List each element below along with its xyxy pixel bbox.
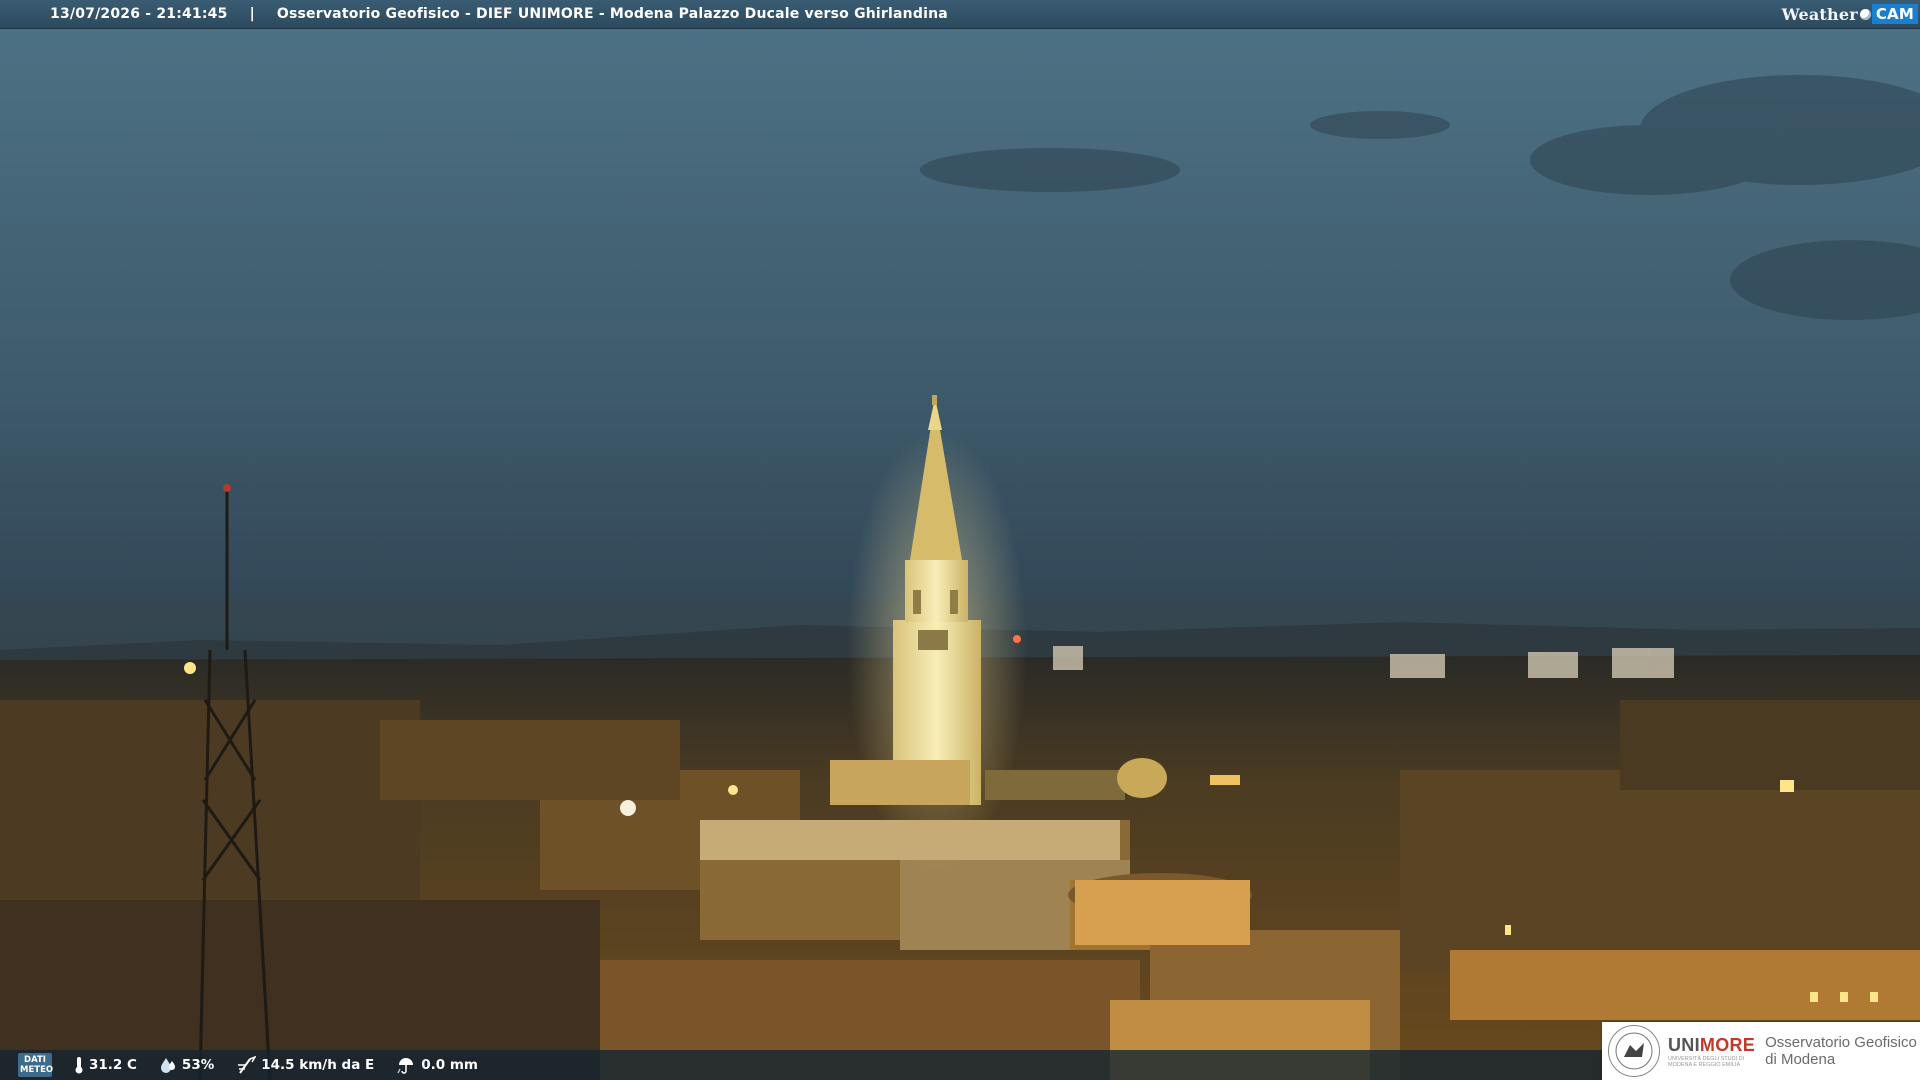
brand-cam-text: CAM (1871, 4, 1918, 24)
timestamp: 13/07/2026 - 21:41:45 (50, 6, 228, 22)
rain-reading: 0.0 mm (396, 1056, 478, 1074)
badge-line1: DATI (24, 1055, 46, 1065)
observatory-name: Osservatorio Geofisico di Modena (1765, 1034, 1917, 1068)
unimore-observatory-logo[interactable]: UNIMORE UNIVERSITÀ DEGLI STUDI DI MODENA… (1602, 1022, 1920, 1080)
humidity-icon (159, 1057, 177, 1073)
humidity-reading: 53% (159, 1057, 214, 1073)
university-seal-icon (1608, 1025, 1660, 1077)
observatory-line1: Osservatorio Geofisico (1765, 1034, 1917, 1051)
temperature-reading: 31.2 C (74, 1056, 137, 1074)
webcam-header-bar: 13/07/2026 - 21:41:45 | Osservatorio Geo… (0, 0, 1920, 29)
unimore-wordmark: UNIMORE UNIVERSITÀ DEGLI STUDI DI MODENA… (1668, 1035, 1755, 1068)
duomo (830, 760, 970, 805)
camera-title: Osservatorio Geofisico - DIEF UNIMORE - … (276, 6, 948, 22)
header-separator: | (249, 6, 255, 22)
uni-text: UNI (1668, 1034, 1700, 1055)
wind-value: 14.5 km/h da E (261, 1057, 375, 1073)
observatory-line2: di Modena (1765, 1051, 1836, 1068)
thermometer-icon (74, 1056, 84, 1074)
wind-icon (236, 1056, 257, 1074)
globe-icon (1859, 8, 1871, 20)
uni-subtitle: UNIVERSITÀ DEGLI STUDI DI MODENA E REGGI… (1668, 1055, 1745, 1068)
humidity-value: 53% (181, 1057, 215, 1073)
rain-icon (396, 1056, 416, 1074)
badge-line2: METEO (20, 1065, 54, 1075)
rain-value: 0.0 mm (421, 1057, 478, 1073)
temperature-value: 31.2 C (89, 1057, 137, 1073)
weathercam-logo[interactable]: Weather CAM (1782, 3, 1918, 25)
dati-meteo-badge[interactable]: DATI METEO (18, 1053, 54, 1077)
wind-reading: 14.5 km/h da E (236, 1056, 374, 1074)
more-text: MORE (1699, 1034, 1756, 1055)
brand-weather-text: Weather (1781, 4, 1858, 24)
webcam-image (0, 0, 1920, 1080)
palazzo-ducale (700, 820, 1120, 860)
